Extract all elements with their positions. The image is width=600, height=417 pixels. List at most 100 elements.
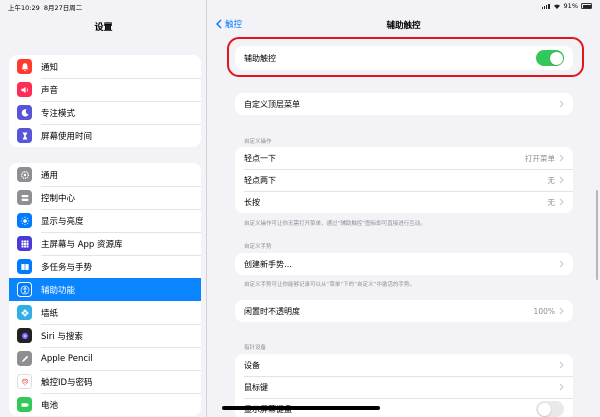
hourglass-icon [17, 128, 32, 143]
double-tap-value: 无 [547, 175, 556, 185]
sidebar-item-label: 通用 [41, 170, 59, 181]
single-tap-row[interactable]: 轻点一下 打开菜单 [235, 147, 573, 169]
pointer-devices-header: 指针设备 [244, 345, 267, 351]
sidebar-item-apple-pencil[interactable]: Apple Pencil [9, 347, 201, 370]
sidebar-item-label: 主屏幕与 App 资源库 [41, 239, 123, 250]
battery-icon [17, 397, 32, 412]
long-press-label: 长按 [244, 197, 260, 207]
flower-icon [17, 305, 32, 320]
single-tap-label: 轻点一下 [244, 153, 276, 163]
status-indicators: 91% [541, 2, 592, 10]
sidebar-item-label: 声音 [41, 85, 59, 96]
sidebar-item-siri[interactable]: Siri 与搜索 [9, 324, 201, 347]
sidebar-item-wallpaper[interactable]: 墙纸 [9, 301, 201, 324]
custom-actions-header: 自定义操作 [244, 139, 272, 145]
sidebar-item-display[interactable]: 显示与亮度 [9, 209, 201, 232]
show-keyboard-toggle[interactable] [536, 401, 564, 417]
cellular-signal-icon [541, 3, 550, 9]
chevron-right-icon [559, 100, 564, 108]
multitask-icon [17, 259, 32, 274]
chevron-right-icon [559, 383, 564, 391]
speaker-icon [17, 82, 32, 97]
assistive-touch-pane: 触控 辅助触控 辅助触控 自定义顶层菜单 自定义操作 轻点一下 打开菜单 轻点两… [207, 0, 600, 417]
sidebar-item-battery[interactable]: 电池 [9, 393, 201, 416]
scrollbar[interactable] [595, 190, 598, 280]
sidebar-item-screen-time[interactable]: 屏幕使用时间 [9, 124, 201, 147]
customize-top-menu-row[interactable]: 自定义顶层菜单 [235, 93, 573, 115]
sidebar-item-label: 专注模式 [41, 108, 76, 119]
chevron-right-icon [559, 361, 564, 369]
sidebar-item-home-screen[interactable]: 主屏幕与 App 资源库 [9, 232, 201, 255]
create-gesture-row[interactable]: 创建新手势… [235, 253, 573, 275]
sidebar-item-accessibility[interactable]: 辅助功能 [9, 278, 201, 301]
long-press-row[interactable]: 长按 无 [235, 191, 573, 213]
siri-icon [17, 328, 32, 343]
idle-opacity-card: 闲置时不透明度 100% [235, 300, 573, 322]
sidebar-title: 设置 [94, 23, 113, 33]
chevron-right-icon [559, 176, 564, 184]
switches-icon [17, 190, 32, 205]
battery-percent: 91% [563, 2, 578, 10]
assistive-touch-toggle[interactable] [536, 50, 564, 66]
sidebar-item-general[interactable]: 通用 [9, 163, 201, 186]
sidebar-item-touch-id[interactable]: 触控ID与密码 [9, 370, 201, 393]
chevron-right-icon [559, 198, 564, 206]
sidebar-item-label: 通知 [41, 62, 59, 73]
custom-gestures-card: 创建新手势… [235, 253, 573, 275]
sidebar-item-multitasking[interactable]: 多任务与手势 [9, 255, 201, 278]
single-tap-value: 打开菜单 [525, 153, 555, 163]
chevron-right-icon [559, 260, 564, 268]
status-time: 上午10:29 8月27日周二 [8, 4, 83, 12]
wifi-icon [553, 4, 560, 9]
idle-opacity-row[interactable]: 闲置时不透明度 100% [235, 300, 573, 322]
sidebar-item-label: Apple Pencil [41, 353, 93, 364]
chevron-right-icon [559, 154, 564, 162]
custom-actions-card: 轻点一下 打开菜单 轻点两下 无 长按 无 [235, 147, 573, 213]
sidebar-item-label: 触控ID与密码 [41, 377, 93, 388]
custom-gestures-footer: 自定义手势可让你能够记录可以从“菜单”下的“自定义”中激活的手势。 [244, 282, 415, 288]
sidebar-item-label: 墙纸 [41, 308, 59, 319]
devices-label: 设备 [244, 360, 260, 370]
settings-sidebar: 设置 通知 声音 专注模式 屏幕使用时间 通用 控制中心 显示与亮度 主屏幕与 … [0, 0, 207, 417]
double-tap-label: 轻点两下 [244, 175, 276, 185]
status-bar: 上午10:29 8月27日周二 91% [0, 0, 600, 12]
custom-actions-footer: 自定义操作可让你无需打开菜单，通过“辅助触控”图标即可直接进行互动。 [244, 221, 426, 227]
moon-icon [17, 105, 32, 120]
sidebar-item-label: 显示与亮度 [41, 216, 84, 227]
idle-opacity-label: 闲置时不透明度 [244, 306, 300, 316]
assistive-touch-row: 辅助触控 [235, 46, 573, 70]
gear-icon [17, 167, 32, 182]
mouse-keys-row[interactable]: 鼠标键 [235, 376, 573, 398]
idle-opacity-value: 100% [533, 306, 555, 316]
accessibility-icon [17, 282, 32, 297]
sidebar-item-label: Siri 与搜索 [41, 331, 83, 342]
assistive-touch-card: 辅助触控 [235, 46, 573, 70]
sidebar-item-focus[interactable]: 专注模式 [9, 101, 201, 124]
long-press-value: 无 [547, 197, 556, 207]
sidebar-item-sounds[interactable]: 声音 [9, 78, 201, 101]
sidebar-item-label: 屏幕使用时间 [41, 131, 93, 142]
assistive-touch-label: 辅助触控 [244, 53, 276, 63]
battery-icon [581, 3, 592, 9]
mouse-keys-label: 鼠标键 [244, 382, 268, 392]
create-gesture-label: 创建新手势… [244, 259, 292, 269]
sidebar-item-label: 多任务与手势 [41, 262, 93, 273]
devices-row[interactable]: 设备 [235, 354, 573, 376]
page-title: 辅助触控 [386, 21, 421, 31]
home-indicator[interactable] [222, 406, 380, 410]
sun-icon [17, 213, 32, 228]
bell-icon [17, 59, 32, 74]
sidebar-item-label: 电池 [41, 400, 59, 411]
custom-gestures-header: 自定义手势 [244, 244, 272, 250]
sidebar-item-control-center[interactable]: 控制中心 [9, 186, 201, 209]
pencil-icon [17, 351, 32, 366]
sidebar-item-label: 辅助功能 [41, 285, 76, 296]
sidebar-item-notifications[interactable]: 通知 [9, 55, 201, 78]
fingerprint-icon [17, 374, 32, 389]
chevron-right-icon [559, 307, 564, 315]
sidebar-group-1: 通知 声音 专注模式 屏幕使用时间 [9, 55, 201, 147]
double-tap-row[interactable]: 轻点两下 无 [235, 169, 573, 191]
top-menu-card: 自定义顶层菜单 [235, 93, 573, 115]
sidebar-group-2: 通用 控制中心 显示与亮度 主屏幕与 App 资源库 多任务与手势 辅助功能 墙… [9, 163, 201, 416]
sidebar-item-label: 控制中心 [41, 193, 76, 204]
